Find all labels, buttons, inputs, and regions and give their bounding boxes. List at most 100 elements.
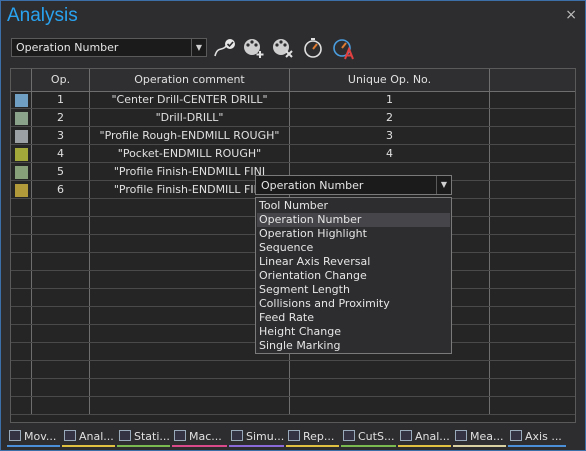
bottom-tab[interactable]: Rep... [286, 427, 339, 447]
empty-cell [490, 379, 575, 396]
chevron-down-icon[interactable]: ▼ [436, 176, 451, 194]
tab-icon [288, 430, 300, 441]
unique-cell: 1 [290, 91, 490, 108]
empty-cell [490, 109, 575, 126]
color-cell [11, 127, 32, 144]
gauge-text-icon[interactable] [331, 36, 357, 60]
table-row[interactable]: 3 "Profile Rough-ENDMILL ROUGH" 3 [11, 127, 575, 145]
analysis-mode-select[interactable]: Operation Number ▼ [11, 38, 207, 57]
tab-icon [174, 430, 186, 441]
column-header-comment[interactable]: Operation comment [90, 69, 290, 91]
empty-cell [490, 91, 575, 108]
dropdown-option[interactable]: Height Change [257, 325, 450, 339]
color-cell [11, 325, 32, 342]
cell-mode-value: Operation Number [261, 179, 364, 192]
bottom-tab[interactable]: Mov... [7, 427, 60, 447]
toolbar: Operation Number ▼ [1, 33, 585, 63]
operation-color-swatch [15, 166, 28, 179]
cell-mode-select[interactable]: Operation Number ▼ [255, 175, 452, 195]
gauge-icon[interactable] [301, 36, 327, 60]
comment-cell [90, 379, 290, 396]
dropdown-option[interactable]: Collisions and Proximity [257, 297, 450, 311]
bottom-tab[interactable]: Axis ... [508, 427, 566, 447]
bottom-tab[interactable]: CutS... [341, 427, 396, 447]
mode-dropdown-list: Tool Number Operation Number Operation Hig… [255, 197, 452, 354]
dropdown-option[interactable]: Linear Axis Reversal [257, 255, 450, 269]
dropdown-option[interactable]: Operation Highlight [257, 227, 450, 241]
column-header-op[interactable]: Op. [32, 69, 90, 91]
analysis-mode-value: Operation Number [16, 41, 119, 54]
unique-cell [290, 379, 490, 396]
dropdown-option[interactable]: Single Marking [257, 339, 450, 353]
palette-remove-icon[interactable] [270, 36, 296, 60]
empty-cell [490, 145, 575, 162]
op-cell [32, 271, 90, 288]
tab-icon [64, 430, 76, 441]
table-row[interactable] [11, 361, 575, 379]
dropdown-option[interactable]: Operation Number [257, 213, 450, 227]
palette-add-icon[interactable] [241, 36, 267, 60]
column-header-unique[interactable]: Unique Op. No. [290, 69, 490, 91]
dropdown-option[interactable]: Sequence [257, 241, 450, 255]
table-row[interactable] [11, 397, 575, 415]
empty-cell [490, 289, 575, 306]
dropdown-option[interactable]: Tool Number [257, 199, 450, 213]
color-cell [11, 271, 32, 288]
unique-cell [290, 397, 490, 414]
dropdown-option[interactable]: Feed Rate [257, 311, 450, 325]
empty-cell [490, 217, 575, 234]
table-row[interactable] [11, 379, 575, 397]
tab-label: CutS... [358, 430, 395, 443]
empty-cell [490, 199, 575, 216]
bottom-tab[interactable]: Simu... [229, 427, 284, 447]
table-row[interactable]: 4 "Pocket-ENDMILL ROUGH" 4 [11, 145, 575, 163]
color-column-header [11, 69, 32, 91]
bottom-tab[interactable]: Mac... [172, 427, 227, 447]
title-bar: Analysis × [1, 1, 585, 33]
dropdown-option[interactable]: Orientation Change [257, 269, 450, 283]
bottom-tab[interactable]: Anal... [62, 427, 115, 447]
operation-color-swatch [15, 130, 28, 143]
tab-label: Anal... [79, 430, 114, 443]
table-row[interactable]: 1 "Center Drill-CENTER DRILL" 1 [11, 91, 575, 109]
empty-cell [490, 361, 575, 378]
chevron-down-icon[interactable]: ▼ [191, 39, 206, 56]
comment-cell: "Drill-DRILL" [90, 109, 290, 126]
bottom-tab[interactable]: Anal... [398, 427, 451, 447]
op-cell [32, 361, 90, 378]
empty-cell [490, 235, 575, 252]
color-cell [11, 109, 32, 126]
op-cell: 3 [32, 127, 90, 144]
op-cell: 6 [32, 181, 90, 198]
comment-cell: "Pocket-ENDMILL ROUGH" [90, 145, 290, 162]
op-cell: 5 [32, 163, 90, 180]
empty-cell [490, 397, 575, 414]
tab-icon [400, 430, 412, 441]
empty-cell [490, 343, 575, 360]
comment-cell: "Profile Rough-ENDMILL ROUGH" [90, 127, 290, 144]
color-cell [11, 145, 32, 162]
dropdown-option[interactable]: Segment Length [257, 283, 450, 297]
unique-cell: 4 [290, 145, 490, 162]
tab-label: Stati... [134, 430, 170, 443]
color-cell [11, 307, 32, 324]
path-check-icon[interactable] [212, 36, 238, 60]
close-icon[interactable]: × [565, 7, 577, 23]
tab-icon [9, 430, 21, 441]
color-cell [11, 163, 32, 180]
op-cell [32, 379, 90, 396]
table-row[interactable]: 2 "Drill-DRILL" 2 [11, 109, 575, 127]
empty-cell [490, 271, 575, 288]
column-header-empty [490, 69, 575, 91]
tab-label: Simu... [246, 430, 284, 443]
color-cell [11, 235, 32, 252]
color-cell [11, 181, 32, 198]
empty-cell [490, 163, 575, 180]
operation-color-swatch [15, 94, 28, 107]
op-cell: 1 [32, 91, 90, 108]
bottom-tab[interactable]: Stati... [117, 427, 170, 447]
op-cell: 4 [32, 145, 90, 162]
bottom-tab[interactable]: Mea... [453, 427, 506, 447]
color-cell [11, 217, 32, 234]
empty-cell [490, 127, 575, 144]
